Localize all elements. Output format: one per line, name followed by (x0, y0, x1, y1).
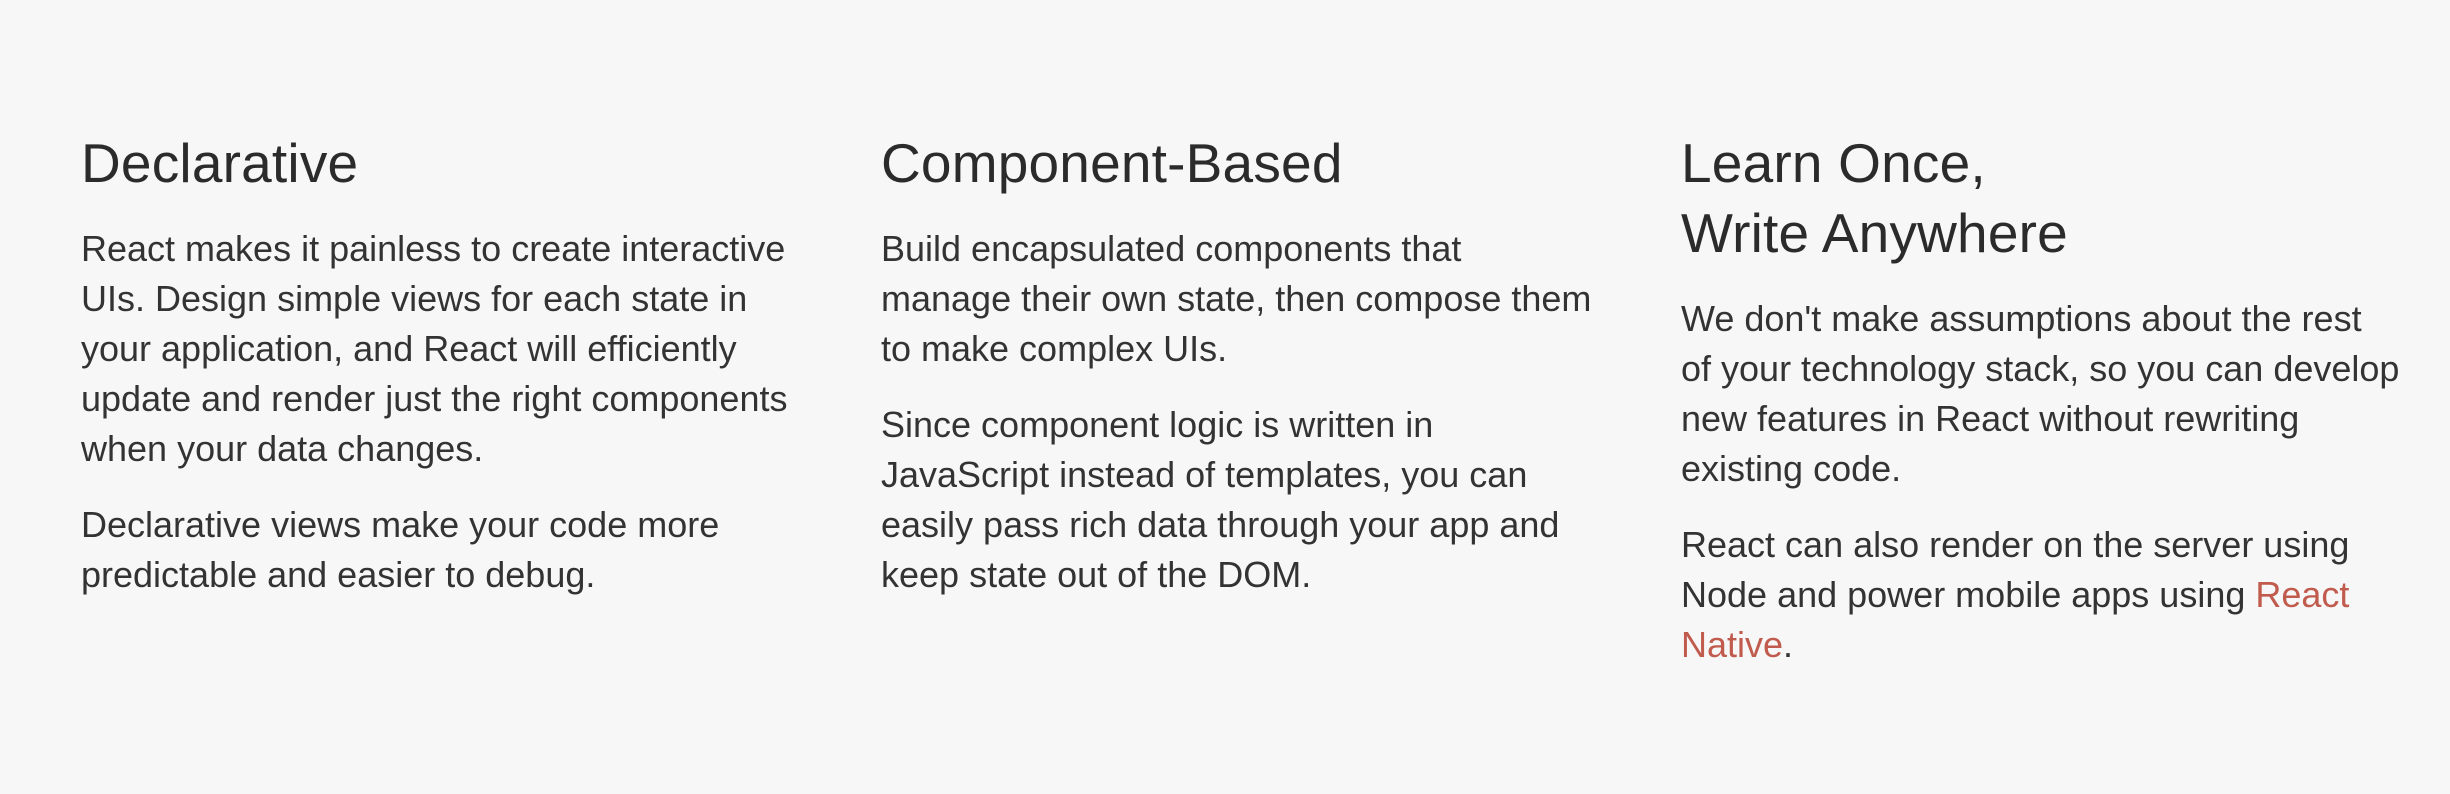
feature-paragraph: React makes it painless to create intera… (81, 228, 788, 469)
feature-learn-once: Learn Once, Write Anywhere We don't make … (1681, 128, 2401, 696)
feature-paragraph: Since component logic is written in Java… (881, 404, 1560, 595)
paragraph-text-end: . (1783, 624, 1794, 665)
paragraph-text: React can also render on the server usin… (1681, 524, 2350, 615)
feature-paragraph-with-link: React can also render on the server usin… (1681, 520, 2401, 670)
feature-paragraph: We don't make assumptions about the rest… (1681, 298, 2400, 489)
feature-title: Component-Based (881, 132, 1343, 194)
feature-title: Learn Once, Write Anywhere (1681, 128, 2401, 268)
features-section: Declarative React makes it painless to c… (0, 0, 2450, 794)
feature-declarative: Declarative React makes it painless to c… (81, 128, 801, 626)
feature-title: Declarative (81, 132, 359, 194)
feature-paragraph: Declarative views make your code more pr… (81, 504, 720, 595)
feature-paragraph: Build encapsulated components that manag… (881, 228, 1592, 369)
feature-title-line2: Write Anywhere (1681, 202, 2068, 264)
feature-component-based: Component-Based Build encapsulated compo… (881, 128, 1601, 626)
feature-title-line1: Learn Once, (1681, 132, 1986, 194)
